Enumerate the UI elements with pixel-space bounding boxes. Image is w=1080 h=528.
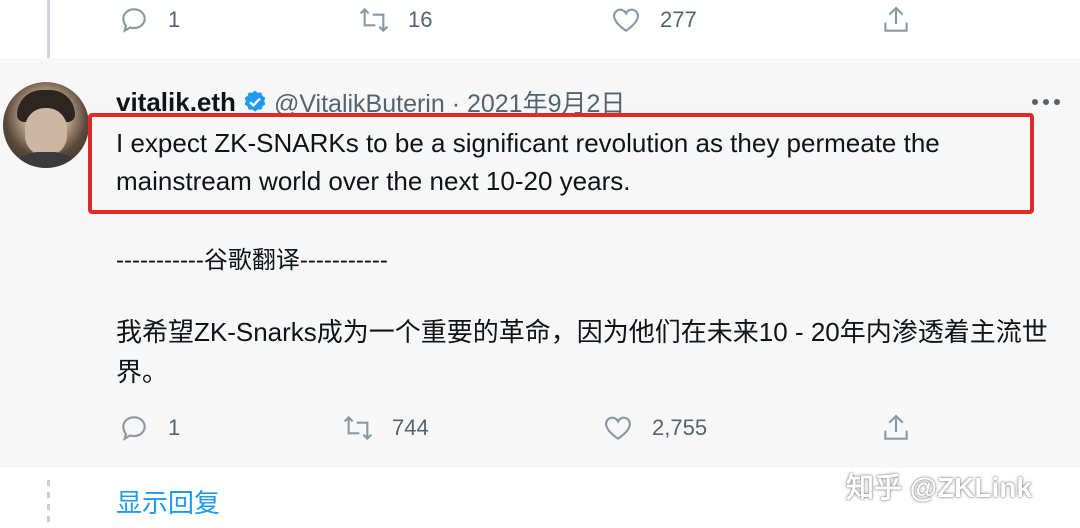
reply-action[interactable]: 1 xyxy=(118,412,180,444)
show-replies-link[interactable]: 显示回复 xyxy=(116,483,220,520)
like-icon xyxy=(613,8,639,32)
retweet-icon xyxy=(343,415,373,441)
share-action[interactable] xyxy=(880,4,912,36)
retweet-action[interactable]: 16 xyxy=(358,4,432,36)
retweet-count: 744 xyxy=(392,415,429,440)
avatar[interactable] xyxy=(3,82,89,168)
like-count: 2,755 xyxy=(652,415,708,440)
watermark: 知乎 @ZKLink xyxy=(846,472,1032,503)
reply-count: 1 xyxy=(168,415,181,440)
share-action[interactable] xyxy=(880,412,912,444)
like-action[interactable]: 277 xyxy=(610,4,697,36)
reply-icon xyxy=(122,8,146,33)
reply-count: 1 xyxy=(168,7,181,32)
verified-icon xyxy=(244,90,266,112)
more-icon[interactable] xyxy=(1032,92,1068,112)
like-action[interactable]: 2,755 xyxy=(602,412,707,444)
tweet-text: I expect ZK-SNARKs to be a significant r… xyxy=(116,128,940,196)
retweet-action[interactable]: 744 xyxy=(342,412,429,444)
translation-text: 我希望ZK-Snarks成为一个重要的革命，因为他们在未来10 - 20年内渗透… xyxy=(116,317,1048,387)
reply-icon xyxy=(122,416,146,441)
retweet-count: 16 xyxy=(408,7,433,32)
share-icon xyxy=(884,6,908,32)
like-count: 277 xyxy=(660,7,697,32)
retweet-icon xyxy=(359,7,389,33)
translation-divider: -----------谷歌翻译----------- xyxy=(116,247,388,274)
reply-action[interactable]: 1 xyxy=(118,4,180,36)
thread-dots xyxy=(47,480,50,528)
thread-line xyxy=(47,0,50,58)
like-icon xyxy=(605,416,631,440)
share-icon xyxy=(884,414,908,440)
